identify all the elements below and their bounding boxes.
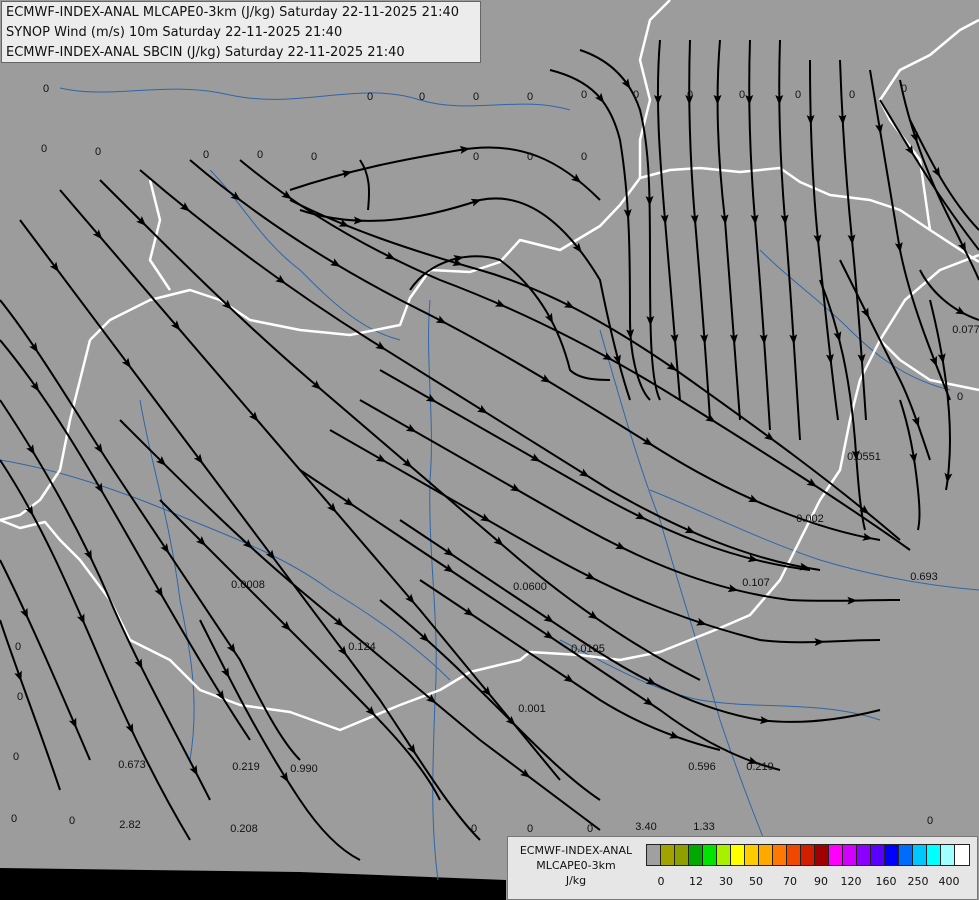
header-line-1: ECMWF-INDEX-ANAL MLCAPE0-3km (J/kg) Satu… (6, 5, 460, 20)
map-value-label: 0.0600 (513, 581, 547, 593)
map-value-label: 0 (471, 823, 477, 835)
map-value-label: 0.002 (796, 513, 824, 525)
legend-tick-label: 30 (719, 875, 733, 888)
map-value-label: 0.693 (910, 571, 938, 583)
color-legend: ECMWF-INDEX-ANAL MLCAPE0-3km J/kg 0 12 30 5… (507, 836, 978, 900)
legend-tick-label: 400 (938, 875, 960, 888)
map-value-label: 0 (69, 815, 75, 827)
legend-line-3: J/kg (565, 874, 587, 887)
map-value-label: 2.82 (119, 819, 140, 831)
map-value-label: 0 (17, 691, 23, 703)
map-value-label: 0 (257, 149, 263, 161)
map-value-label: 3.40 (635, 821, 656, 833)
header-line-2: SYNOP Wind (m/s) 10m Saturday 22-11-2025… (6, 25, 343, 40)
map-value-label: 0 (311, 151, 317, 163)
map-value-label: 0.219 (746, 761, 774, 773)
map-value-label: 0.0195 (571, 643, 605, 655)
map-value-label: 0.001 (518, 703, 546, 715)
legend-tick-label: 90 (814, 875, 828, 888)
map-value-label: 0 (795, 89, 801, 101)
map-value-label: 0.219 (232, 761, 260, 773)
map-value-label: 0 (527, 823, 533, 835)
map-value-label: 0 (581, 89, 587, 101)
map-value-label: 0 (527, 91, 533, 103)
map-header: ECMWF-INDEX-ANAL MLCAPE0-3km (J/kg) Satu… (1, 1, 481, 63)
map-value-label: 0 (927, 815, 933, 827)
legend-title: ECMWF-INDEX-ANAL MLCAPE0-3km J/kg (510, 843, 642, 888)
map-value-label: 0 (527, 151, 533, 163)
map-value-label: 0 (473, 151, 479, 163)
map-value-label: 0 (203, 149, 209, 161)
map-value-label: 0.990 (290, 763, 318, 775)
map-value-label: 0 (739, 89, 745, 101)
legend-band (954, 844, 970, 866)
map-value-label: 0 (849, 89, 855, 101)
map-value-label: 0.107 (742, 577, 770, 589)
map-value-label: 0.673 (118, 759, 146, 771)
map-value-label: 1.33 (693, 821, 714, 833)
header-line-3: ECMWF-INDEX-ANAL SBCIN (J/kg) Saturday 2… (6, 45, 405, 60)
legend-tick-label: 12 (689, 875, 703, 888)
map-value-label: 0 (13, 751, 19, 763)
map-value-label: 0 (957, 391, 963, 403)
legend-tick-label: 250 (907, 875, 929, 888)
map-value-label: 0.0008 (231, 579, 265, 591)
legend-line-1: ECMWF-INDEX-ANAL (519, 844, 633, 857)
map-value-label: 0 (43, 83, 49, 95)
map-value-label: 0 (367, 91, 373, 103)
map-value-label: 0 (95, 146, 101, 158)
legend-tick-label: 70 (783, 875, 797, 888)
map-value-label: 0.124 (348, 641, 376, 653)
map-value-label: 0.208 (230, 823, 258, 835)
map-value-label: 0 (633, 89, 639, 101)
legend-line-2: MLCAPE0-3km (536, 859, 616, 872)
legend-tick-label: 50 (749, 875, 763, 888)
map-value-label: 0 (901, 83, 907, 95)
map-value-label: 0.596 (688, 761, 716, 773)
map-value-label: 0 (587, 823, 593, 835)
legend-tick-label: 120 (840, 875, 862, 888)
legend-tick-label: 0 (657, 875, 665, 888)
map-value-label: 0 (419, 91, 425, 103)
map-value-label: 0 (11, 813, 17, 825)
map-value-label: 0.0551 (847, 451, 881, 463)
map-value-label: 0.077 (952, 324, 979, 336)
map-value-label: 0 (473, 91, 479, 103)
map-value-label: 0 (15, 641, 21, 653)
map-value-label: 0 (581, 151, 587, 163)
map-background (0, 0, 979, 900)
map-value-label: 0 (687, 89, 693, 101)
legend-tick-label: 160 (875, 875, 897, 888)
weather-map: 0 0 0 0 0 0 0 0 0 0 0 0 0 0 0 0 0 0 0 0 0 0 0 0 0 0 0 0 0 0 0.0008 0.06… (0, 0, 979, 900)
map-value-label: 0 (41, 143, 47, 155)
